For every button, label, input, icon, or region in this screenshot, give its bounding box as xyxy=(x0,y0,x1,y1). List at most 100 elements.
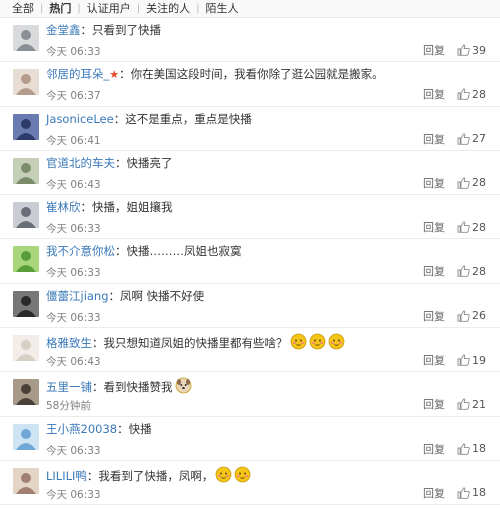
like-count: 28 xyxy=(472,176,486,190)
comment-username[interactable]: 金堂鑫 xyxy=(46,23,81,37)
comment-username[interactable]: 邻居的耳朵_ xyxy=(46,67,109,81)
smirk-face-emoji-icon xyxy=(215,466,232,487)
like-button[interactable]: 28 xyxy=(457,88,488,101)
comment-message: 快播，姐姐攘我 xyxy=(92,200,173,215)
avatar-person-icon[interactable] xyxy=(13,69,39,96)
filter-all[interactable]: 全部 xyxy=(6,2,40,16)
avatar-city-icon[interactable] xyxy=(13,113,39,140)
like-count: 28 xyxy=(472,87,486,101)
comment-item: 王小燕20038：快播 今天 06:33 回复 18 xyxy=(0,417,500,461)
like-button[interactable]: 27 xyxy=(457,132,488,145)
comment-message: 你在美国这段时间，我看你除了逛公园就是搬家。 xyxy=(130,67,384,82)
thumbs-up-icon xyxy=(457,44,470,56)
shy-face-emoji-icon xyxy=(309,333,326,354)
comment-message: 这不是重点，重点是快播 xyxy=(125,111,252,126)
thumbs-up-icon xyxy=(457,398,470,411)
like-count: 18 xyxy=(472,442,486,456)
avatar-sky-icon[interactable] xyxy=(13,423,39,450)
like-button[interactable]: 28 xyxy=(457,221,488,234)
filter-strangers[interactable]: 陌生人 xyxy=(200,2,245,16)
comment-item: 崔林欣：快播，姐姐攘我 今天 06:33 回复 28 xyxy=(0,195,500,240)
like-button[interactable]: 26 xyxy=(457,309,488,322)
comment-username[interactable]: JasoniceLee xyxy=(46,112,114,126)
smirk-face-emoji-icon xyxy=(234,466,251,487)
comment-username[interactable]: LILILI鸭 xyxy=(46,469,87,483)
like-count: 21 xyxy=(472,397,486,411)
avatar-outdoor-icon[interactable] xyxy=(13,157,39,184)
like-button[interactable]: 28 xyxy=(457,265,488,278)
comment-item: 金堂鑫：只看到了快播 今天 06:33 回复 39 xyxy=(0,18,500,63)
like-count: 39 xyxy=(472,43,486,57)
comment-username[interactable]: 僵蕾江jiang xyxy=(46,289,109,303)
reply-button[interactable]: 回复 xyxy=(423,352,445,368)
comment-timestamp: 今天 06:43 xyxy=(46,356,101,369)
reply-button[interactable]: 回复 xyxy=(423,396,445,412)
comment-message: 看到快播赞我 xyxy=(103,380,173,395)
comment-actions: 回复 27 xyxy=(423,131,488,147)
reply-button[interactable]: 回复 xyxy=(423,131,445,147)
comment-actions: 回复 19 xyxy=(423,352,488,368)
reply-button[interactable]: 回复 xyxy=(423,175,445,191)
like-count: 18 xyxy=(472,486,486,500)
reply-button[interactable]: 回复 xyxy=(423,86,445,102)
reply-button[interactable]: 回复 xyxy=(423,263,445,279)
comment-message: 凤啊 快播不好使 xyxy=(120,288,205,303)
like-button[interactable]: 28 xyxy=(457,176,488,189)
reply-button[interactable]: 回复 xyxy=(423,42,445,58)
comment-text-line: 金堂鑫：只看到了快播 xyxy=(46,23,490,38)
reply-button[interactable]: 回复 xyxy=(423,441,445,457)
colon-separator: ： xyxy=(80,23,93,37)
avatar-person-icon[interactable] xyxy=(13,202,39,229)
colon-separator: ： xyxy=(86,468,99,483)
comment-item: JasoniceLee：这不是重点，重点是快播 今天 06:41 回复 27 xyxy=(0,107,500,151)
like-count: 28 xyxy=(472,220,486,234)
like-count: 26 xyxy=(472,309,486,323)
like-count: 28 xyxy=(472,264,486,278)
comment-text-line: 崔林欣：快播，姐姐攘我 xyxy=(46,200,490,215)
comment-message: 快播………凤姐也寂寞 xyxy=(126,244,242,259)
avatar-building-icon[interactable] xyxy=(13,379,39,406)
comment-username[interactable]: 格雅致生 xyxy=(46,336,92,350)
avatar-pale-icon[interactable] xyxy=(13,335,39,362)
reply-button[interactable]: 回复 xyxy=(423,219,445,235)
comment-text-line: 僵蕾江jiang：凤啊 快播不好使 xyxy=(46,289,490,304)
filter-verified-users[interactable]: 认证用户 xyxy=(81,2,137,16)
avatar-frog-icon[interactable] xyxy=(13,246,39,273)
filter-hot[interactable]: 热门 xyxy=(43,2,77,16)
comment-message: 我看到了快播，凤啊， xyxy=(98,468,214,483)
comment-actions: 回复 39 xyxy=(423,42,488,58)
reply-button[interactable]: 回复 xyxy=(423,485,445,501)
colon-separator: ： xyxy=(92,336,104,351)
comment-text-line: 我不介意你松：快播………凤姐也寂寞 xyxy=(46,244,490,259)
thumbs-up-icon xyxy=(457,177,470,189)
comment-username[interactable]: 我不介意你松 xyxy=(46,244,115,258)
colon-separator: ： xyxy=(92,380,104,395)
comment-message: 我只想知道凤姐的快播里都有些啥？ xyxy=(103,336,288,351)
comment-actions: 回复 18 xyxy=(423,485,488,501)
comment-username[interactable]: 五里一铺 xyxy=(46,380,92,394)
filter-following[interactable]: 关注的人 xyxy=(140,2,196,16)
comment-timestamp: 今天 06:33 xyxy=(46,223,101,236)
comment-text-line: 官道北的车夫：快播亮了 xyxy=(46,156,490,171)
comment-username[interactable]: 崔林欣 xyxy=(46,200,81,214)
thumbs-up-icon xyxy=(457,88,470,101)
badge-star-icon: ★ xyxy=(109,68,120,82)
avatar-person-icon[interactable] xyxy=(13,25,39,51)
avatar-person-icon[interactable] xyxy=(13,467,39,494)
avatar-dark-icon[interactable] xyxy=(13,290,39,317)
thumbs-up-icon xyxy=(457,443,470,455)
like-button[interactable]: 18 xyxy=(457,486,488,499)
like-button[interactable]: 39 xyxy=(457,44,488,57)
comment-item: 五里一铺：看到快播赞我dog-emoji-icon58分钟前回复21 xyxy=(0,372,500,417)
comment-timestamp: 今天 06:33 xyxy=(46,311,101,324)
comment-username[interactable]: 王小燕20038 xyxy=(46,422,117,436)
comment-item: 官道北的车夫：快播亮了 今天 06:43 回复 28 xyxy=(0,151,500,196)
comment-username[interactable]: 官道北的车夫 xyxy=(46,156,115,170)
like-button[interactable]: 18 xyxy=(457,442,488,455)
comment-actions: 回复 26 xyxy=(423,308,488,324)
colon-separator: ： xyxy=(117,421,129,436)
dog-emoji-icon xyxy=(175,377,192,398)
like-button[interactable]: 19 xyxy=(457,354,488,367)
reply-button[interactable]: 回复 xyxy=(423,308,445,324)
like-button[interactable]: 21 xyxy=(457,398,488,411)
